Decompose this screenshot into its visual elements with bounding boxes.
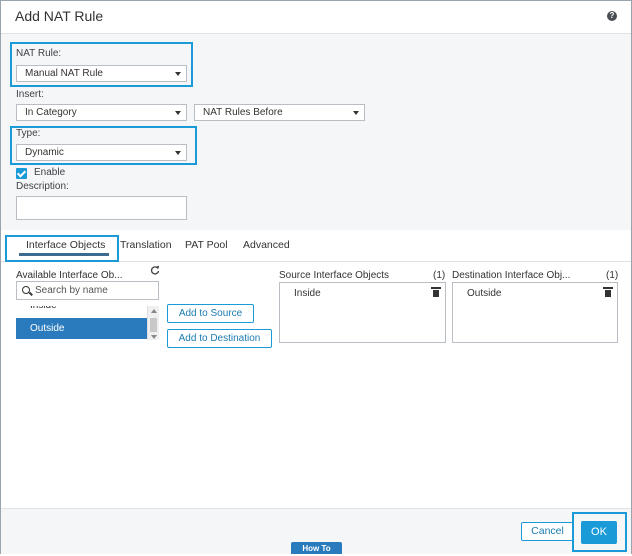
scroll-thumb[interactable] [150, 318, 157, 332]
search-icon [22, 286, 30, 294]
scroll-up-icon[interactable] [151, 309, 157, 313]
how-to-button[interactable]: How To [291, 542, 342, 554]
available-interfaces-header: Available Interface Ob... [16, 270, 123, 281]
tab-pat-pool[interactable]: PAT Pool [185, 239, 228, 251]
source-item: Inside [294, 288, 321, 299]
search-placeholder: Search by name [35, 285, 108, 296]
trash-icon[interactable] [431, 287, 441, 297]
description-label: Description: [16, 181, 69, 192]
available-interfaces-list[interactable]: Inside Outside [16, 306, 159, 340]
dialog-title: Add NAT Rule [15, 8, 104, 24]
source-interfaces-box: Inside [279, 282, 446, 343]
list-item[interactable]: Inside [16, 306, 147, 314]
enable-checkbox[interactable] [16, 168, 27, 179]
ok-button-highlight [572, 512, 627, 552]
type-highlight [10, 126, 197, 165]
list-scrollbar[interactable] [147, 306, 159, 340]
rule-form: NAT Rule: Manual NAT Rule Insert: In Cat… [1, 34, 631, 230]
insert-category-select[interactable]: In Category [16, 104, 187, 121]
insert-label: Insert: [16, 89, 44, 100]
dialog-header: Add NAT Rule ? [1, 1, 631, 34]
help-icon[interactable]: ? [607, 11, 617, 21]
chevron-down-icon [353, 111, 359, 115]
chevron-down-icon [175, 111, 181, 115]
search-input[interactable]: Search by name [16, 281, 159, 300]
add-to-source-button[interactable]: Add to Source [167, 304, 254, 323]
destination-interfaces-header: Destination Interface Obj... [452, 270, 571, 281]
tab-bar: Interface Objects Translation PAT Pool A… [1, 231, 631, 262]
insert-position-value: NAT Rules Before [203, 107, 283, 118]
tab-advanced[interactable]: Advanced [243, 239, 290, 251]
destination-count: (1) [606, 270, 619, 281]
nat-rule-highlight [10, 42, 193, 87]
interface-objects-tab-highlight [5, 235, 119, 262]
enable-label: Enable [34, 167, 66, 178]
list-item[interactable]: Outside [16, 318, 147, 339]
insert-category-value: In Category [25, 107, 77, 118]
source-interfaces-header: Source Interface Objects [279, 270, 390, 281]
cancel-button[interactable]: Cancel [521, 522, 574, 541]
source-count: (1) [433, 270, 446, 281]
add-to-destination-button[interactable]: Add to Destination [167, 329, 272, 348]
interface-objects-panel: Available Interface Ob... Search by name… [1, 262, 631, 508]
insert-position-select[interactable]: NAT Rules Before [194, 104, 365, 121]
description-field[interactable] [16, 196, 187, 220]
tab-translation[interactable]: Translation [120, 239, 172, 251]
refresh-icon[interactable] [150, 265, 160, 275]
destination-interfaces-box: Outside [452, 282, 618, 343]
add-nat-rule-dialog: Add NAT Rule ? NAT Rule: Manual NAT Rule… [0, 0, 632, 554]
trash-icon[interactable] [603, 287, 613, 297]
destination-item: Outside [467, 288, 502, 299]
scroll-down-icon[interactable] [151, 335, 157, 339]
